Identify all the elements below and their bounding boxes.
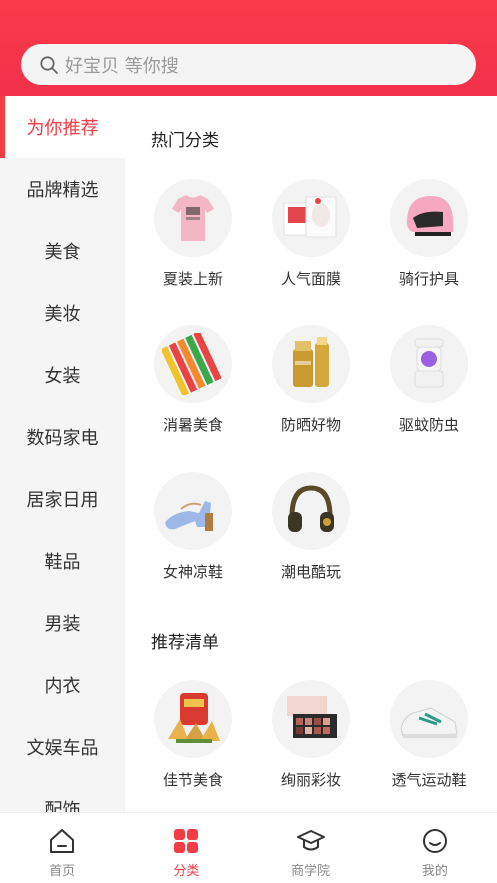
tab-home[interactable]: 首页 xyxy=(0,813,124,883)
sidebar-item-label: 内衣 xyxy=(44,676,81,697)
home-icon xyxy=(50,829,75,853)
headphones-image xyxy=(272,472,350,550)
recommend-item-festival-food[interactable]: 佳节美食 xyxy=(143,680,243,790)
sidebar-item-label: 为你推荐 xyxy=(26,118,99,139)
category-item-face-mask[interactable]: 人气面膜 xyxy=(261,179,361,289)
item-label: 消暑美食 xyxy=(162,416,223,434)
item-label: 佳节美食 xyxy=(162,771,223,789)
sidebar-item-label: 美食 xyxy=(44,242,81,263)
recommend-item-sneakers[interactable]: 透气运动鞋 xyxy=(379,680,479,790)
sidebar-item-beauty[interactable]: 美妆 xyxy=(0,282,125,344)
category-item-summer-wear[interactable]: 夏装上新 xyxy=(143,179,243,289)
tab-label: 首页 xyxy=(49,864,76,879)
sidebar-item-label: 男装 xyxy=(44,614,81,635)
sunscreen-image xyxy=(272,325,350,403)
sandals-image xyxy=(154,472,232,550)
category-icon xyxy=(174,829,199,853)
sidebar-item-label: 配饰 xyxy=(44,800,81,812)
sidebar-item-label: 女装 xyxy=(44,366,81,387)
sidebar-item-shoes[interactable]: 鞋品 xyxy=(0,530,125,592)
zongzi-image xyxy=(154,680,232,758)
sidebar-item-womenswear[interactable]: 女装 xyxy=(0,344,125,406)
sidebar-item-recommend[interactable]: 为你推荐 xyxy=(0,96,125,158)
category-item-cycling-gear[interactable]: 骑行护具 xyxy=(379,179,479,289)
tab-profile[interactable]: 我的 xyxy=(373,813,497,883)
tab-label: 分类 xyxy=(173,864,200,879)
sidebar-item-household[interactable]: 居家日用 xyxy=(0,468,125,530)
facemask-image xyxy=(272,179,350,257)
tab-label: 商学院 xyxy=(291,864,331,879)
sidebar-item-label: 文娱车品 xyxy=(26,738,99,759)
sidebar-item-underwear[interactable]: 内衣 xyxy=(0,654,125,716)
category-item-gadgets[interactable]: 潮电酷玩 xyxy=(261,472,361,582)
sidebar-item-label: 数码家电 xyxy=(26,428,99,449)
sidebar-item-digital[interactable]: 数码家电 xyxy=(0,406,125,468)
sneaker-image xyxy=(390,680,468,758)
tab-label: 我的 xyxy=(421,864,448,879)
sidebar-item-entertainment[interactable]: 文娱车品 xyxy=(0,716,125,778)
item-label: 驱蚊防虫 xyxy=(398,416,459,434)
item-label: 绚丽彩妆 xyxy=(280,771,341,789)
header-bar: 好宝贝 等你搜 xyxy=(0,0,497,96)
eyeshadow-image xyxy=(272,680,350,758)
tshirt-image xyxy=(154,179,232,257)
helmet-image xyxy=(390,179,468,257)
tab-academy[interactable]: 商学院 xyxy=(249,813,373,883)
category-item-mosquito[interactable]: 驱蚊防虫 xyxy=(379,325,479,435)
sidebar-item-menswear[interactable]: 男装 xyxy=(0,592,125,654)
hot-section-title: 热门分类 xyxy=(151,131,219,151)
graduation-cap-icon xyxy=(296,830,325,851)
sidebar-item-label: 品牌精选 xyxy=(26,180,99,201)
recommend-item-makeup[interactable]: 绚丽彩妆 xyxy=(261,680,361,790)
category-item-summer-food[interactable]: 消暑美食 xyxy=(143,325,243,435)
bottom-tab-bar: 首页 分类 商学院 我的 xyxy=(0,812,497,883)
sidebar-item-brand[interactable]: 品牌精选 xyxy=(0,158,125,220)
recommend-section-title: 推荐清单 xyxy=(151,633,219,653)
profile-icon xyxy=(422,829,447,853)
sidebar-item-label: 美妆 xyxy=(44,304,81,325)
sidebar-item-label: 居家日用 xyxy=(26,490,99,511)
category-sidebar: 为你推荐 品牌精选 美食 美妆 女装 数码家电 居家日用 鞋品 男装 内衣 文娱… xyxy=(0,96,125,812)
category-item-sandals[interactable]: 女神凉鞋 xyxy=(143,472,243,582)
item-label: 骑行护具 xyxy=(398,270,459,288)
item-label: 潮电酷玩 xyxy=(280,563,341,581)
item-label: 夏装上新 xyxy=(162,270,223,288)
sidebar-item-food[interactable]: 美食 xyxy=(0,220,125,282)
item-label: 女神凉鞋 xyxy=(162,563,223,581)
search-input[interactable]: 好宝贝 等你搜 xyxy=(21,44,476,85)
tab-category[interactable]: 分类 xyxy=(124,813,248,883)
item-label: 透气运动鞋 xyxy=(391,771,467,789)
item-label: 防晒好物 xyxy=(280,416,341,434)
item-label: 人气面膜 xyxy=(280,270,341,288)
icepop-image xyxy=(154,325,232,403)
sidebar-item-accessories[interactable]: 配饰 xyxy=(0,778,125,812)
search-placeholder: 好宝贝 等你搜 xyxy=(65,55,179,77)
sidebar-item-label: 鞋品 xyxy=(44,552,81,573)
category-item-sunscreen[interactable]: 防晒好物 xyxy=(261,325,361,435)
category-content: 热门分类 夏装上新 人气面膜 骑行护具 消暑美食 防晒好物 驱蚊防虫 女神凉鞋 … xyxy=(125,96,497,812)
search-icon xyxy=(40,55,58,74)
mosquito-lamp-image xyxy=(390,325,468,403)
